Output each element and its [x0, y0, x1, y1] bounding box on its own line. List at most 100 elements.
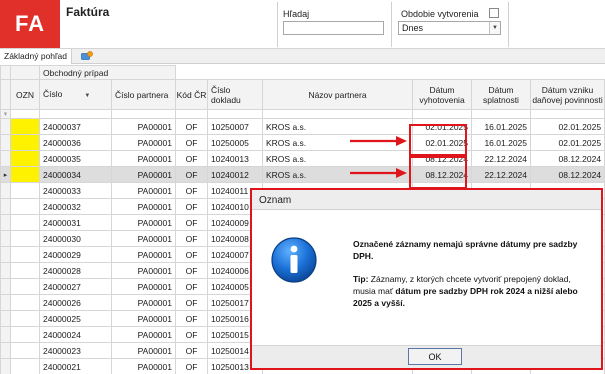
row-selector[interactable] [0, 182, 11, 199]
cell-document-number[interactable]: 10240013 [207, 150, 263, 167]
cell-cislo[interactable]: 24000028 [39, 262, 112, 279]
ok-button[interactable]: OK [408, 348, 462, 365]
cell-partner-number[interactable]: PA00001 [111, 246, 176, 263]
cell-ozn[interactable] [10, 214, 40, 231]
cell-ozn[interactable] [10, 246, 40, 263]
cell-ozn[interactable] [10, 166, 40, 183]
cell-partner-name[interactable]: KROS a.s. [262, 118, 413, 135]
cell-kod-cr[interactable]: OF [175, 262, 208, 279]
cell-ozn[interactable] [10, 358, 40, 374]
cell-kod-cr[interactable]: OF [175, 150, 208, 167]
cell-partner-number[interactable]: PA00001 [111, 358, 176, 374]
cell-kod-cr[interactable]: OF [175, 230, 208, 247]
column-header-vat-date[interactable]: Dátum vzniku daňovej povinnosti [529, 79, 605, 110]
cell-cislo[interactable]: 24000031 [39, 214, 112, 231]
cell-cislo[interactable]: 24000021 [39, 358, 112, 374]
cell-partner-number[interactable]: PA00001 [111, 134, 176, 151]
cell-kod-cr[interactable]: OF [175, 310, 208, 327]
cell-vat-date[interactable]: 02.01.2025 [529, 118, 605, 135]
row-selector[interactable] [0, 294, 11, 311]
cell-partner-name[interactable]: KROS a.s. [262, 166, 413, 183]
cell-document-number[interactable]: 10250005 [207, 134, 263, 151]
row-selector[interactable] [0, 262, 11, 279]
cell-cislo[interactable]: 24000024 [39, 326, 112, 343]
add-view-icon[interactable] [81, 51, 93, 61]
filter-cell[interactable] [262, 109, 413, 119]
row-selector[interactable] [0, 118, 11, 135]
cell-kod-cr[interactable]: OF [175, 134, 208, 151]
filter-cell[interactable] [207, 109, 263, 119]
column-header-ozn[interactable]: OZN [10, 79, 40, 110]
filter-cell[interactable] [175, 109, 208, 119]
cell-partner-number[interactable]: PA00001 [111, 214, 176, 231]
cell-document-number[interactable]: 10250007 [207, 118, 263, 135]
cell-vat-date[interactable]: 02.01.2025 [529, 134, 605, 151]
cell-kod-cr[interactable]: OF [175, 118, 208, 135]
column-header-document-number[interactable]: Číslo dokladu [207, 79, 263, 110]
cell-ozn[interactable] [10, 342, 40, 359]
filter-cell[interactable] [39, 109, 112, 119]
row-selector[interactable] [0, 134, 11, 151]
cell-kod-cr[interactable]: OF [175, 246, 208, 263]
period-checkbox[interactable] [489, 8, 499, 18]
cell-kod-cr[interactable]: OF [175, 214, 208, 231]
cell-cislo[interactable]: 24000029 [39, 246, 112, 263]
column-header-partner-number[interactable]: Číslo partnera [111, 79, 176, 110]
column-header-due-date[interactable]: Dátum splatnosti [471, 79, 531, 110]
row-selector[interactable] [0, 342, 11, 359]
cell-vat-date[interactable]: 08.12.2024 [529, 166, 605, 183]
cell-partner-number[interactable]: PA00001 [111, 118, 176, 135]
cell-partner-number[interactable]: PA00001 [111, 278, 176, 295]
cell-partner-number[interactable]: PA00001 [111, 230, 176, 247]
cell-kod-cr[interactable]: OF [175, 358, 208, 374]
cell-ozn[interactable] [10, 134, 40, 151]
cell-issue-date[interactable]: 08.12.2024 [412, 150, 472, 167]
search-input[interactable] [283, 21, 384, 35]
filter-cell[interactable] [10, 109, 40, 119]
cell-ozn[interactable] [10, 262, 40, 279]
row-selector[interactable]: ▸ [0, 166, 11, 183]
row-selector[interactable] [0, 214, 11, 231]
cell-ozn[interactable] [10, 118, 40, 135]
column-header-partner-name[interactable]: Názov partnera [262, 79, 413, 110]
cell-document-number[interactable]: 10240012 [207, 166, 263, 183]
row-selector[interactable] [0, 198, 11, 215]
cell-cislo[interactable]: 24000037 [39, 118, 112, 135]
row-selector[interactable] [0, 246, 11, 263]
cell-kod-cr[interactable]: OF [175, 278, 208, 295]
cell-cislo[interactable]: 24000033 [39, 182, 112, 199]
cell-issue-date[interactable]: 08.12.2024 [412, 166, 472, 183]
cell-ozn[interactable] [10, 182, 40, 199]
cell-ozn[interactable] [10, 278, 40, 295]
cell-vat-date[interactable]: 08.12.2024 [529, 150, 605, 167]
table-row[interactable]: 24000035 PA00001 OF 10240013 KROS a.s. 08.12.… [0, 150, 605, 167]
tab-basic-view[interactable]: Základný pohľad [0, 49, 72, 64]
column-header-issue-date[interactable]: Dátum vyhotovenia [412, 79, 472, 110]
cell-cislo[interactable]: 24000023 [39, 342, 112, 359]
cell-cislo[interactable]: 24000036 [39, 134, 112, 151]
table-row[interactable]: 24000036 PA00001 OF 10250005 KROS a.s. 02.01.… [0, 134, 605, 151]
cell-partner-name[interactable]: KROS a.s. [262, 150, 413, 167]
cell-cislo[interactable]: 24000035 [39, 150, 112, 167]
cell-partner-number[interactable]: PA00001 [111, 262, 176, 279]
cell-kod-cr[interactable]: OF [175, 166, 208, 183]
cell-ozn[interactable] [10, 150, 40, 167]
cell-partner-name[interactable]: KROS a.s. [262, 134, 413, 151]
cell-cislo[interactable]: 24000034 [39, 166, 112, 183]
cell-kod-cr[interactable]: OF [175, 182, 208, 199]
cell-partner-number[interactable]: PA00001 [111, 342, 176, 359]
filter-cell[interactable] [529, 109, 605, 119]
cell-due-date[interactable]: 22.12.2024 [471, 150, 531, 167]
cell-cislo[interactable]: 24000030 [39, 230, 112, 247]
filter-cell[interactable] [111, 109, 176, 119]
cell-kod-cr[interactable]: OF [175, 198, 208, 215]
cell-partner-number[interactable]: PA00001 [111, 150, 176, 167]
cell-issue-date[interactable]: 02.01.2025 [412, 118, 472, 135]
cell-partner-number[interactable]: PA00001 [111, 182, 176, 199]
cell-ozn[interactable] [10, 326, 40, 343]
cell-partner-number[interactable]: PA00001 [111, 310, 176, 327]
filter-cell[interactable] [412, 109, 472, 119]
cell-due-date[interactable]: 16.01.2025 [471, 134, 531, 151]
cell-cislo[interactable]: 24000026 [39, 294, 112, 311]
row-selector[interactable] [0, 150, 11, 167]
